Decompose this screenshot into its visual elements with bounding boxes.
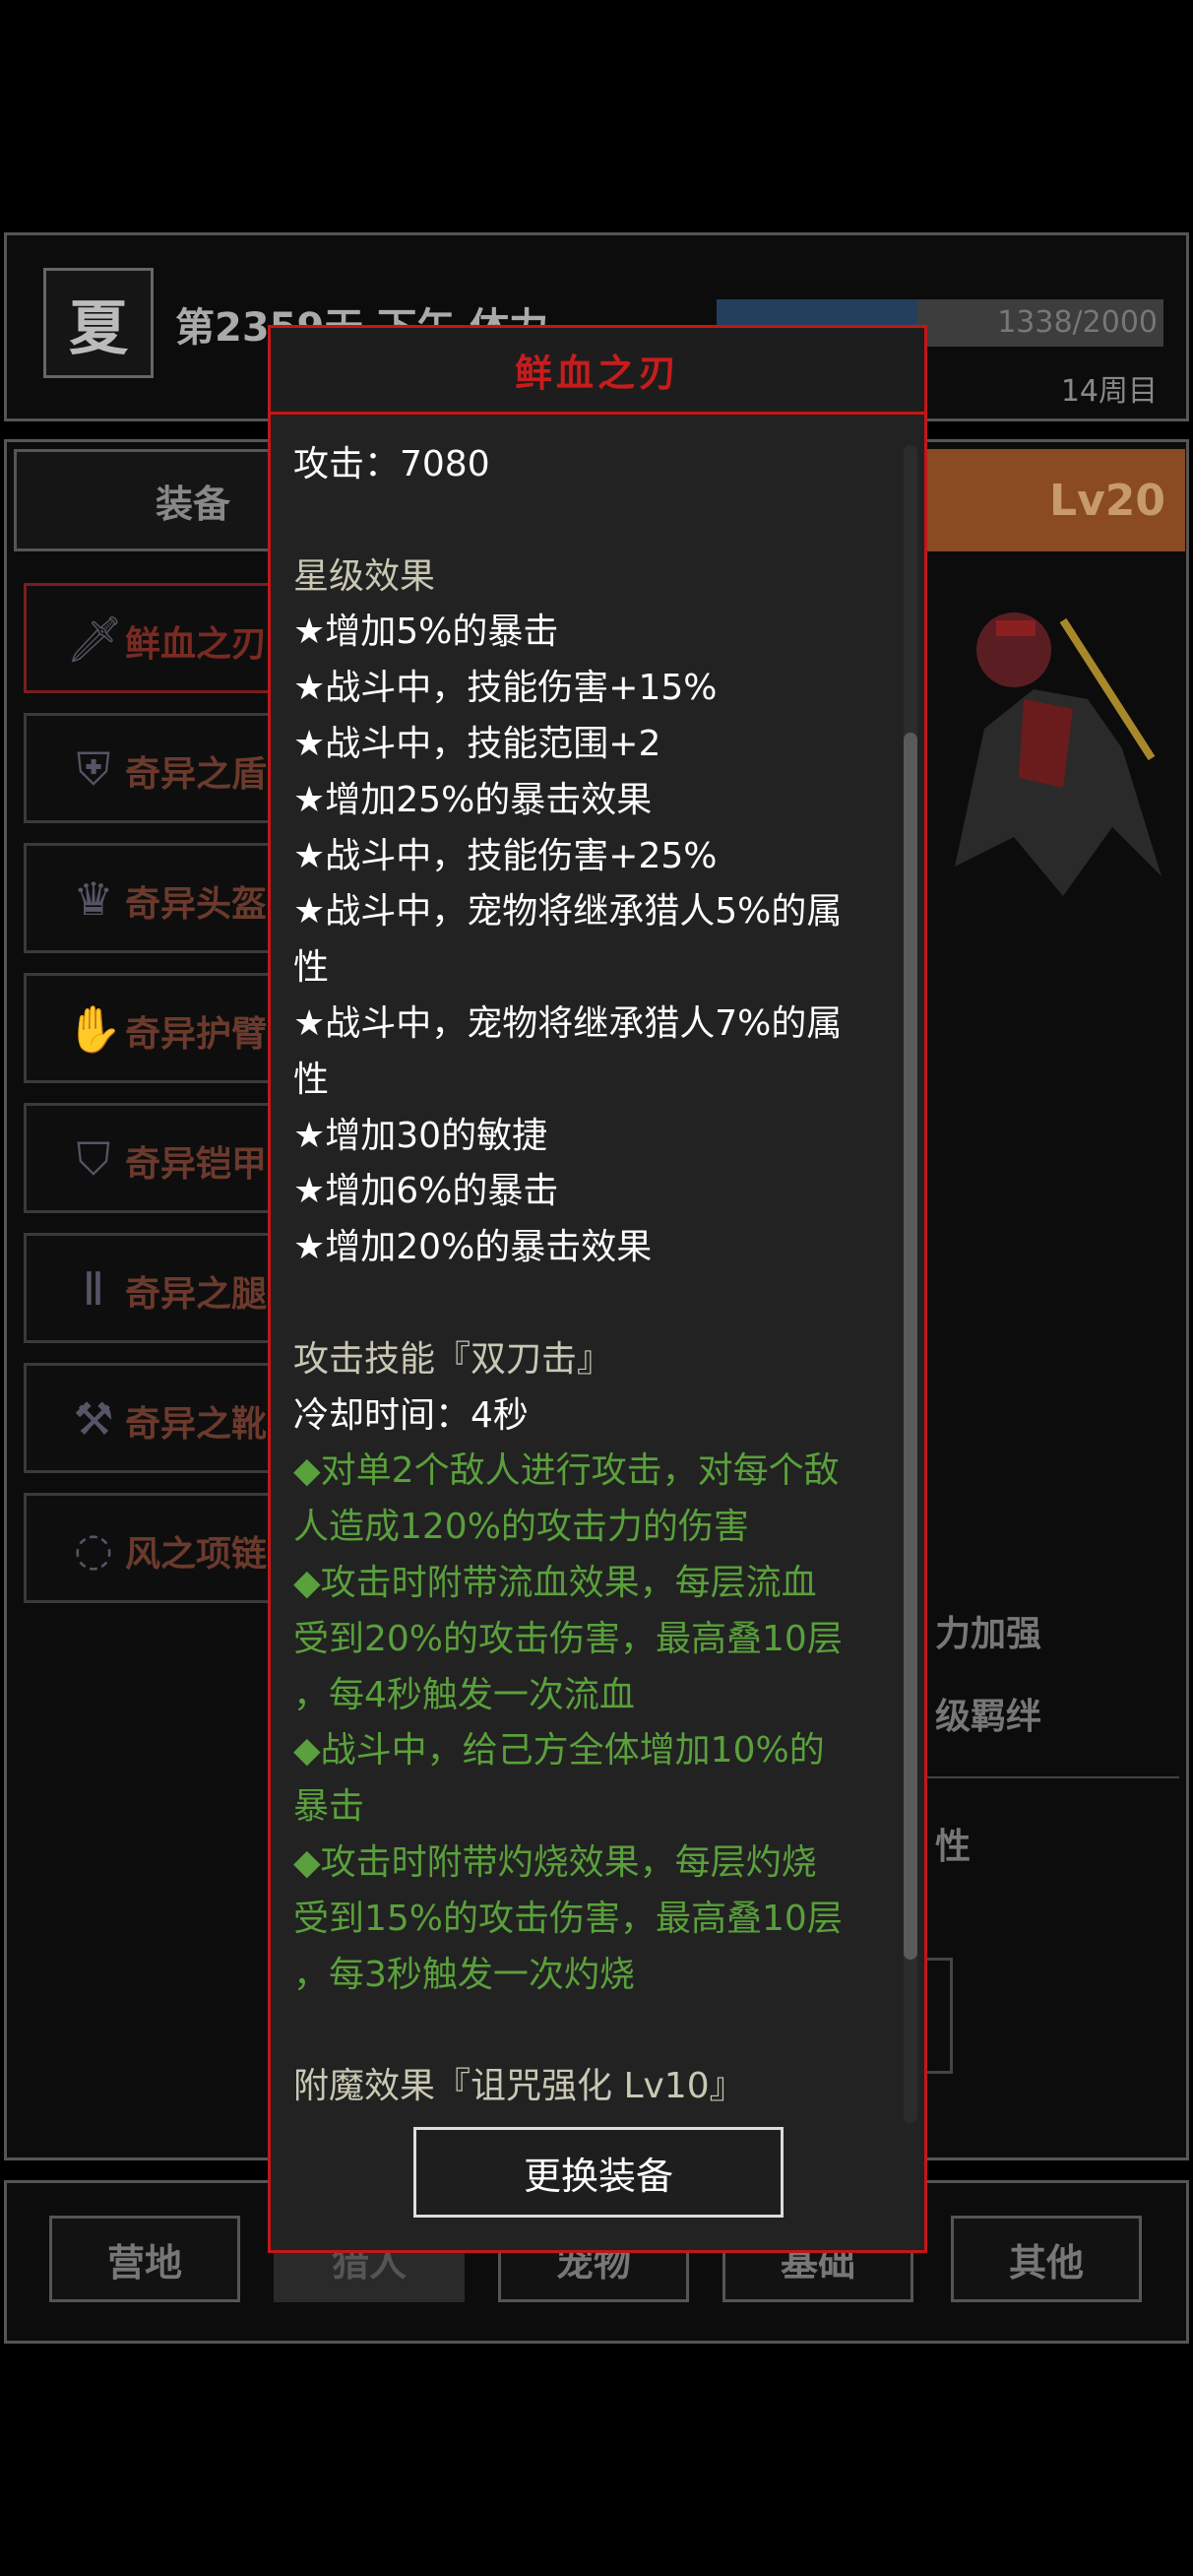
equipment-slot[interactable]: ⚒ 奇异之靴 <box>24 1363 289 1473</box>
equipment-slot-label: 奇异铠甲 <box>125 1144 268 1185</box>
star-effect-line: ★增加5%的暴击 <box>293 612 559 653</box>
skill-effect-line: 受到20%的攻击伤害，最高叠10层 <box>293 1618 843 1659</box>
skill-effect-line: 受到15%的攻击伤害，最高叠10层 <box>293 1898 843 1939</box>
star-effect-line: ★战斗中，宠物将继承猎人7%的属 <box>293 1002 843 1044</box>
nav-other[interactable]: 其他 <box>951 2216 1142 2302</box>
skill-effect-line: ◆对单2个敌人进行攻击，对每个敌 <box>293 1450 840 1492</box>
armor-icon: ⛉ <box>76 1132 111 1186</box>
level-badge: Lv20 <box>925 449 1185 551</box>
skill-effect-line: 暴击 <box>293 1786 365 1828</box>
equipment-slot-label: 奇异头盔 <box>125 884 268 925</box>
right-panel-button[interactable] <box>925 1958 953 2074</box>
star-effect-line: 性 <box>293 1059 330 1100</box>
equipment-slot[interactable]: ♛ 奇异头盔 <box>24 843 289 953</box>
enchant-effect: 附魔效果『诅咒强化 Lv10』 <box>293 2066 745 2107</box>
item-description: 攻击：7080 星级效果 ★增加5%的暴击 ★战斗中，技能伤害+15% ★战斗中，技… <box>293 437 896 2115</box>
equipment-slot[interactable]: 🗡 鲜血之刃 <box>24 583 289 693</box>
helmet-icon: ♛ <box>73 872 114 926</box>
star-effect-line: ★战斗中，技能范围+2 <box>293 723 661 764</box>
star-effect-line: ★增加30的敏捷 <box>293 1115 548 1156</box>
equipment-slot-label: 奇异之盾 <box>125 754 268 795</box>
star-effect-line: 性 <box>293 947 330 989</box>
equipment-slot[interactable]: ✋ 奇异护臂 <box>24 973 289 1083</box>
star-effect-line: ★增加20%的暴击效果 <box>293 1227 653 1268</box>
skill-effect-line: ◆攻击时附带流血效果，每层流血 <box>293 1562 817 1603</box>
equipment-slot-label: 风之项链 <box>125 1534 268 1575</box>
cooldown-text: 冷却时间：4秒 <box>293 1394 529 1436</box>
skill-effect-line: ，每3秒触发一次灼烧 <box>293 1954 635 1995</box>
skill-effect-line: ，每4秒触发一次流血 <box>293 1674 635 1715</box>
star-effect-line: ★增加6%的暴击 <box>293 1171 559 1212</box>
sword-icon: 🗡 <box>66 612 124 666</box>
equipment-slot-label: 鲜血之刃 <box>125 624 268 665</box>
shield-icon: ⛨ <box>76 742 111 796</box>
equipment-slot[interactable]: ⛨ 奇异之盾 <box>24 713 289 823</box>
skill-effect-line: 人造成120%的攻击力的伤害 <box>293 1507 749 1548</box>
star-effects-header: 星级效果 <box>293 555 436 597</box>
right-info-1: 力加强 <box>935 1614 1042 1654</box>
equipment-slot-label: 奇异护臂 <box>125 1014 268 1055</box>
cycle-label: 14周目 <box>1060 374 1158 409</box>
boots-icon: ⚒ <box>73 1392 114 1446</box>
item-title: 鲜血之刃 <box>271 328 924 415</box>
skill-effect-line: ◆攻击时附带灼烧效果，每层灼烧 <box>293 1841 817 1883</box>
season-badge: 夏 <box>43 268 154 378</box>
equipment-slot[interactable]: ⛉ 奇异铠甲 <box>24 1103 289 1213</box>
hunter-character-sprite <box>915 581 1181 906</box>
necklace-icon: ◌ <box>73 1522 114 1576</box>
leggings-icon: Ⅱ <box>82 1262 105 1316</box>
right-info-3: 性 <box>935 1827 972 1867</box>
right-info-2: 级羁绊 <box>935 1697 1042 1737</box>
skill-effect-line: ◆战斗中，给己方全体增加10%的 <box>293 1730 825 1771</box>
scrollbar-thumb[interactable] <box>904 733 917 1960</box>
equipment-slot[interactable]: ◌ 风之项链 <box>24 1493 289 1603</box>
divider <box>925 1776 1179 1778</box>
equipment-slot[interactable]: Ⅱ 奇异之腿 <box>24 1233 289 1343</box>
star-effect-line: ★增加25%的暴击效果 <box>293 779 653 820</box>
attack-stat: 攻击：7080 <box>293 444 490 484</box>
star-effect-line: ★战斗中，宠物将继承猎人5%的属 <box>293 891 843 933</box>
change-equipment-button[interactable]: 更换装备 <box>413 2127 784 2218</box>
equipment-slot-label: 奇异之靴 <box>125 1404 268 1445</box>
skill-header: 攻击技能『双刀击』 <box>293 1338 613 1380</box>
star-effect-line: ★战斗中，技能伤害+25% <box>293 835 718 876</box>
star-effect-line: ★战斗中，技能伤害+15% <box>293 668 718 709</box>
bracer-icon: ✋ <box>66 1002 123 1056</box>
nav-camp[interactable]: 营地 <box>49 2216 240 2302</box>
equipment-slot-label: 奇异之腿 <box>125 1274 268 1315</box>
